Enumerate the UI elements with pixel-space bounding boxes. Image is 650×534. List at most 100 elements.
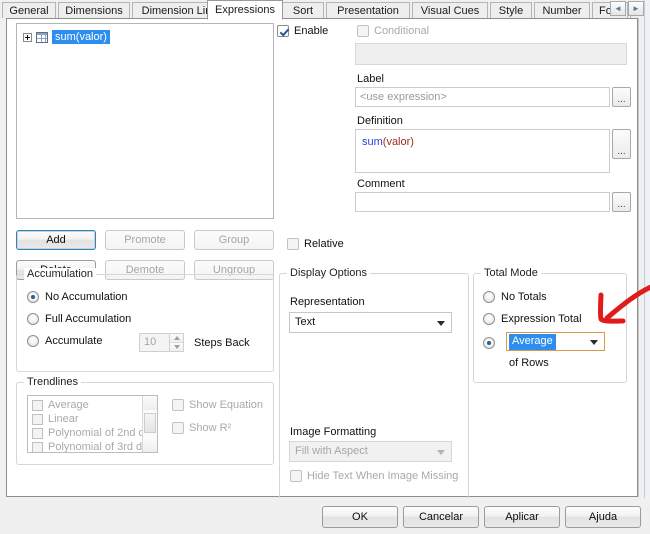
- checkbox-icon: [172, 422, 184, 434]
- expressions-tab-panel: sum(valor) Add Promote Group Delete Demo…: [6, 18, 638, 502]
- stepper-up-button[interactable]: [170, 334, 183, 343]
- tab-presentation[interactable]: Presentation: [326, 2, 410, 18]
- tab-label: Sort: [292, 5, 314, 17]
- dialog-right-gutter: [638, 18, 643, 497]
- of-rows-label: of Rows: [509, 357, 549, 369]
- label-input[interactable]: <use expression>: [355, 87, 610, 107]
- image-formatting-label: Image Formatting: [290, 426, 377, 438]
- radio-full-accumulation[interactable]: Full Accumulation: [27, 313, 131, 325]
- radio-expression-total[interactable]: Expression Total: [483, 313, 582, 325]
- promote-button[interactable]: Promote: [105, 230, 185, 250]
- label-placeholder: <use expression>: [360, 91, 447, 103]
- add-label: Add: [46, 233, 66, 246]
- representation-select[interactable]: Text: [289, 312, 452, 333]
- tab-general[interactable]: General: [2, 2, 56, 18]
- radio-label: No Totals: [501, 291, 547, 303]
- ellipsis-icon: ...: [617, 146, 626, 157]
- tab-visual-cues[interactable]: Visual Cues: [412, 2, 488, 18]
- trendlines-scrollbar[interactable]: [142, 396, 157, 452]
- window-edge: [644, 0, 650, 534]
- ok-button[interactable]: OK: [322, 506, 398, 528]
- definition-argument: (valor): [382, 136, 414, 148]
- radio-no-totals[interactable]: No Totals: [483, 291, 547, 303]
- stepper-buttons[interactable]: [169, 333, 184, 352]
- expression-list[interactable]: sum(valor): [16, 23, 274, 219]
- trendline-label: Average: [48, 399, 89, 411]
- checkbox-icon[interactable]: [32, 413, 43, 425]
- tab-scroll-left-button[interactable]: ◄: [610, 1, 626, 16]
- trendlines-list[interactable]: Average Linear Polynomial of 2nd d Polyn…: [27, 395, 158, 453]
- relative-label: Relative: [304, 238, 344, 250]
- image-formatting-select[interactable]: Fill with Aspect: [289, 441, 452, 462]
- steps-back-label: Steps Back: [194, 337, 250, 349]
- radio-label: No Accumulation: [45, 291, 128, 303]
- tab-strip: General Dimensions Dimension Limits Expr…: [0, 0, 650, 20]
- caret-down-icon: [173, 345, 180, 349]
- trendline-item-polynomial-2nd[interactable]: Polynomial of 2nd d: [32, 427, 145, 439]
- tab-expressions[interactable]: Expressions: [207, 0, 283, 20]
- stepper-down-button[interactable]: [170, 343, 183, 351]
- relative-checkbox[interactable]: Relative: [287, 238, 344, 250]
- grid-icon: [36, 31, 48, 43]
- show-equation-checkbox[interactable]: Show Equation: [172, 399, 263, 411]
- radio-icon: [27, 291, 39, 303]
- trendlines-group: Trendlines Average Linear Polynomial of …: [16, 376, 274, 465]
- caret-up-icon: [173, 336, 180, 340]
- add-button[interactable]: Add: [16, 230, 96, 250]
- radio-aggregation-total[interactable]: [483, 337, 501, 349]
- group-label: Group: [218, 233, 250, 246]
- tab-number[interactable]: Number: [534, 2, 590, 18]
- scrollbar-thumb[interactable]: [144, 413, 156, 433]
- comment-ellipsis-button[interactable]: ...: [612, 192, 631, 212]
- expression-item-label: sum(valor): [52, 30, 110, 44]
- tab-sort[interactable]: Sort: [282, 2, 324, 18]
- conditional-expression-input[interactable]: [355, 43, 627, 65]
- accumulation-title: Accumulation: [24, 268, 97, 280]
- apply-button[interactable]: Aplicar: [484, 506, 560, 528]
- comment-input[interactable]: [355, 192, 610, 212]
- conditional-checkbox[interactable]: Conditional: [357, 25, 429, 37]
- radio-accumulate[interactable]: Accumulate: [27, 335, 102, 347]
- tab-label: Expressions: [215, 4, 275, 16]
- radio-icon: [27, 313, 39, 325]
- tab-style[interactable]: Style: [490, 2, 532, 18]
- definition-keyword: sum: [362, 136, 383, 148]
- total-aggregation-select[interactable]: Average: [506, 332, 605, 351]
- radio-no-accumulation[interactable]: No Accumulation: [27, 291, 128, 303]
- conditional-label: Conditional: [374, 25, 430, 37]
- trendline-item-polynomial-3rd[interactable]: Polynomial of 3rd d: [32, 441, 142, 452]
- display-options-group: Display Options Representation Text Imag…: [279, 267, 469, 502]
- label-ellipsis-button[interactable]: ...: [612, 87, 631, 107]
- chevron-down-icon: [590, 339, 598, 345]
- scroll-down-button[interactable]: [143, 438, 157, 452]
- trendline-item-average[interactable]: Average: [32, 399, 89, 411]
- group-button[interactable]: Group: [194, 230, 274, 250]
- checkbox-icon: [287, 238, 299, 250]
- steps-back-stepper[interactable]: 10: [139, 333, 184, 352]
- trendline-item-linear[interactable]: Linear: [32, 413, 79, 425]
- enable-checkbox[interactable]: Enable: [277, 25, 328, 37]
- checkbox-icon[interactable]: [32, 441, 43, 452]
- tab-dimensions[interactable]: Dimensions: [58, 2, 130, 18]
- definition-ellipsis-button[interactable]: ...: [612, 129, 631, 159]
- tab-label: Number: [542, 5, 582, 17]
- scroll-up-button[interactable]: [143, 396, 157, 410]
- ellipsis-icon: ...: [617, 94, 626, 105]
- show-r2-checkbox[interactable]: Show R²: [172, 422, 231, 434]
- chevron-left-icon: ◄: [614, 4, 622, 13]
- checkbox-icon[interactable]: [32, 399, 43, 411]
- expression-tree-item[interactable]: sum(valor): [23, 30, 110, 44]
- total-mode-group: Total Mode No Totals Expression Total Av…: [473, 267, 627, 383]
- hide-text-when-image-missing-checkbox[interactable]: Hide Text When Image Missing: [290, 470, 458, 482]
- total-mode-title: Total Mode: [481, 267, 541, 279]
- expand-icon[interactable]: [23, 32, 32, 42]
- checkbox-icon[interactable]: [32, 427, 43, 439]
- tab-scroll-right-button[interactable]: ►: [628, 1, 644, 16]
- cancel-button[interactable]: Cancelar: [403, 506, 479, 528]
- ellipsis-icon: ...: [617, 199, 626, 210]
- help-button[interactable]: Ajuda: [565, 506, 641, 528]
- ok-label: OK: [352, 510, 368, 523]
- steps-back-value[interactable]: 10: [139, 333, 169, 352]
- definition-input[interactable]: sum(valor): [355, 129, 610, 173]
- trendlines-title: Trendlines: [24, 376, 81, 388]
